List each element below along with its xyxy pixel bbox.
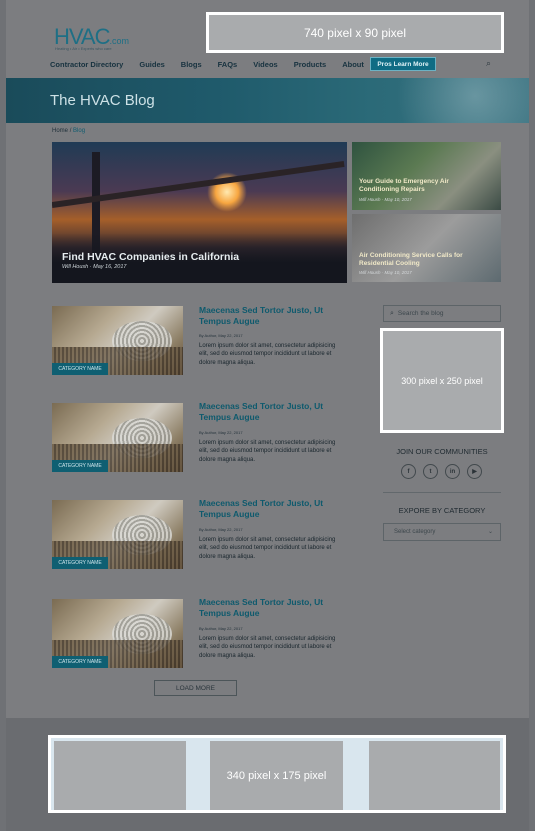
breadcrumb-home[interactable]: Home: [52, 128, 68, 134]
post-title[interactable]: Maecenas Sed Tortor Justo, Ut Tempus Aug…: [199, 597, 339, 620]
post-excerpt: Lorem ipsum dolor sit amet, consectetur …: [199, 343, 336, 366]
nav-item-faqs[interactable]: FAQs: [218, 60, 238, 69]
pros-learn-more-button[interactable]: Pros Learn More: [370, 57, 436, 71]
featured-side-title[interactable]: Air Conditioning Service Calls for Resid…: [359, 252, 489, 268]
sidebar-divider: [383, 492, 501, 493]
ad-footer[interactable]: 340 pixel x 175 pixel: [48, 735, 506, 813]
featured-side-card[interactable]: Your Guide to Emergency Air Conditioning…: [352, 142, 501, 210]
category-select-value: Select category: [394, 529, 436, 535]
page: HVAC.com Heating • Air • Experts who car…: [0, 0, 535, 831]
page-title: The HVAC Blog: [50, 92, 155, 109]
ad-banner-top[interactable]: 740 pixel x 90 pixel: [206, 12, 504, 53]
category-heading: EXPORE BY CATEGORY: [398, 506, 486, 515]
category-tag[interactable]: CATEGORY NAME: [52, 557, 108, 569]
breadcrumb: Home / Blog: [52, 128, 85, 134]
site-logo[interactable]: HVAC.com Heating • Air • Experts who car…: [54, 24, 130, 51]
search-icon[interactable]: ⌕: [486, 58, 491, 69]
post-excerpt: Lorem ipsum dolor sit amet, consectetur …: [199, 537, 336, 560]
nav-item-contractor-directory[interactable]: Contractor Directory: [50, 60, 123, 69]
featured-main-meta: Will Housh · May 16, 2017: [62, 264, 127, 270]
facebook-icon[interactable]: f: [401, 464, 416, 479]
nav-item-blogs[interactable]: Blogs: [181, 60, 202, 69]
nav-item-videos[interactable]: Videos: [253, 60, 277, 69]
search-icon: ⌕: [390, 309, 394, 317]
post-thumbnail[interactable]: CATEGORY NAME: [52, 599, 183, 668]
nav-item-products[interactable]: Products: [294, 60, 327, 69]
post-meta: By Author, May 22, 2017: [199, 333, 243, 338]
category-tag[interactable]: CATEGORY NAME: [52, 460, 108, 472]
post-title[interactable]: Maecenas Sed Tortor Justo, Ut Tempus Aug…: [199, 498, 339, 521]
social-links: f t in ▶: [401, 464, 489, 479]
ad-footer-slot[interactable]: 340 pixel x 175 pixel: [210, 741, 343, 810]
twitter-icon[interactable]: t: [423, 464, 438, 479]
breadcrumb-separator: /: [69, 128, 72, 134]
nav-item-guides[interactable]: Guides: [139, 60, 164, 69]
post-thumbnail[interactable]: CATEGORY NAME: [52, 306, 183, 375]
category-select[interactable]: Select category ⌄: [383, 523, 501, 541]
post-meta: By Author, May 22, 2017: [199, 527, 243, 532]
breadcrumb-current[interactable]: Blog: [73, 128, 85, 134]
ad-sidebar[interactable]: 300 pixel x 250 pixel: [380, 328, 504, 433]
ad-footer-slot[interactable]: [369, 741, 500, 810]
post-thumbnail[interactable]: CATEGORY NAME: [52, 500, 183, 569]
youtube-icon[interactable]: ▶: [467, 464, 482, 479]
post-thumbnail[interactable]: CATEGORY NAME: [52, 403, 183, 472]
featured-side-meta: Will Housh · May 10, 2017: [359, 270, 412, 275]
featured-main-title[interactable]: Find HVAC Companies in California: [62, 251, 239, 263]
linkedin-icon[interactable]: in: [445, 464, 460, 479]
post-excerpt: Lorem ipsum dolor sit amet, consectetur …: [199, 636, 336, 659]
search-placeholder: Search the blog: [397, 310, 444, 317]
blog-hero: The HVAC Blog: [6, 78, 529, 123]
featured-side-title[interactable]: Your Guide to Emergency Air Conditioning…: [359, 178, 479, 194]
featured-side-meta: Will Housh · May 10, 2017: [359, 197, 412, 202]
category-tag[interactable]: CATEGORY NAME: [52, 363, 108, 375]
post-meta: By Author, May 22, 2017: [199, 430, 243, 435]
post-meta: By Author, May 22, 2017: [199, 626, 243, 631]
featured-main-card[interactable]: Find HVAC Companies in California Will H…: [52, 142, 347, 283]
nav-item-about[interactable]: About: [342, 60, 364, 69]
chevron-down-icon: ⌄: [487, 529, 493, 535]
post-excerpt: Lorem ipsum dolor sit amet, consectetur …: [199, 440, 336, 463]
logo-tagline: Heating • Air • Experts who care: [55, 46, 112, 51]
load-more-button[interactable]: LOAD MORE: [154, 680, 237, 696]
logo-suffix: .com: [109, 36, 130, 46]
post-title[interactable]: Maecenas Sed Tortor Justo, Ut Tempus Aug…: [199, 305, 339, 328]
ad-footer-slot[interactable]: [54, 741, 186, 810]
category-tag[interactable]: CATEGORY NAME: [52, 656, 108, 668]
blog-search-input[interactable]: ⌕ Search the blog: [383, 305, 501, 322]
main-nav: Contractor Directory Guides Blogs FAQs V…: [50, 57, 380, 71]
communities-heading: JOIN OUR COMMUNITIES: [396, 447, 488, 456]
post-title[interactable]: Maecenas Sed Tortor Justo, Ut Tempus Aug…: [199, 401, 339, 424]
featured-side-card[interactable]: Air Conditioning Service Calls for Resid…: [352, 214, 501, 282]
